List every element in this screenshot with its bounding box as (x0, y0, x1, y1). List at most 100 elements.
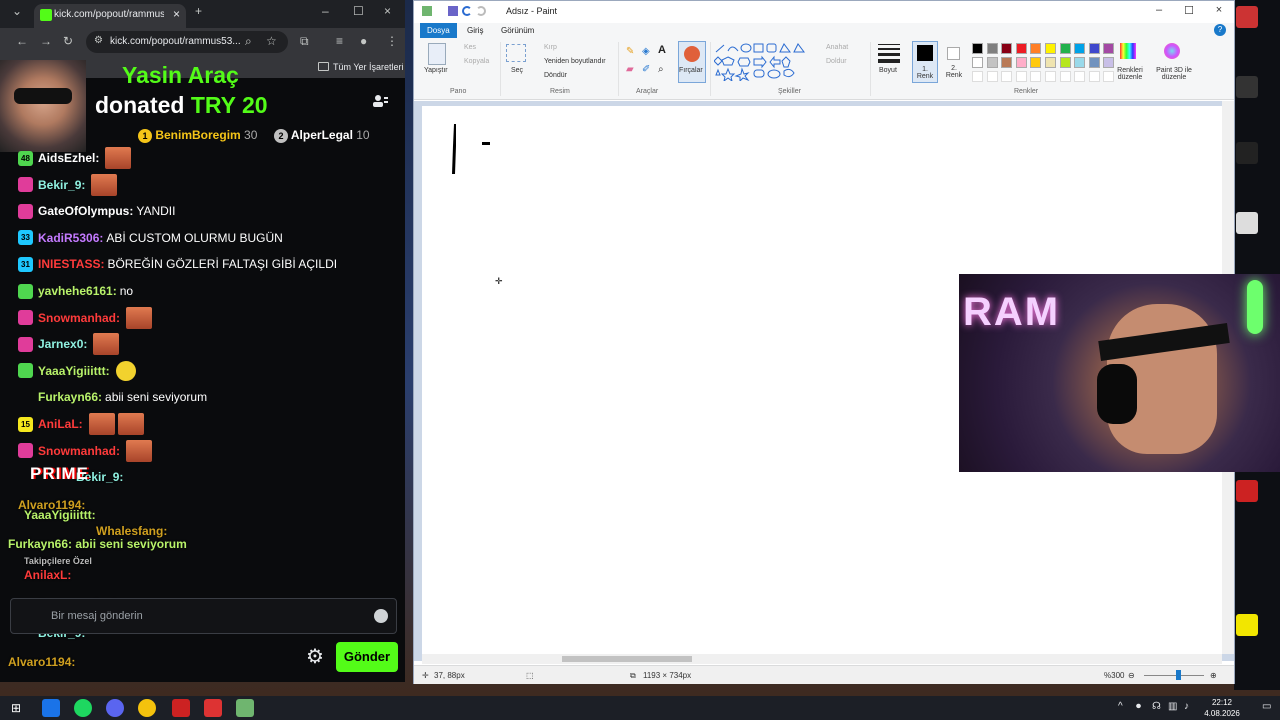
custom-color-swatch[interactable] (1030, 71, 1042, 82)
custom-color-swatch[interactable] (1001, 71, 1013, 82)
custom-color-swatch[interactable] (1088, 71, 1100, 82)
back-icon[interactable]: ← (16, 34, 28, 48)
edit-colors-icon[interactable] (1120, 43, 1136, 59)
cut-button[interactable]: Kes (464, 44, 476, 51)
notifications-icon[interactable]: ▭ (1262, 701, 1271, 712)
tab-home[interactable]: Giriş (460, 23, 490, 38)
desktop-shortcut-icon[interactable] (1236, 6, 1258, 28)
zoom-out-icon[interactable]: ⊖ (1128, 671, 1135, 680)
color-swatch[interactable] (1045, 57, 1056, 68)
maximize-icon[interactable]: ☐ (1174, 4, 1204, 20)
custom-color-swatch[interactable] (1045, 71, 1056, 82)
zoom-slider[interactable] (1144, 675, 1204, 676)
shapes-gallery[interactable] (714, 43, 818, 81)
network-icon[interactable]: ▥ (1168, 701, 1177, 712)
close-window-icon[interactable]: × (1204, 4, 1234, 20)
new-tab-icon[interactable]: + (195, 4, 202, 18)
paste-button[interactable]: Yapıştır (424, 67, 448, 74)
desktop-shortcut-icon[interactable] (1236, 614, 1258, 636)
extensions-icon[interactable]: ⧉ (300, 34, 309, 49)
chat-username[interactable]: KadiR5306: (38, 231, 103, 245)
fill-button[interactable]: Doldur (826, 58, 847, 65)
brushes-button[interactable]: Fırçalar (678, 41, 706, 83)
paint-taskbar-icon[interactable] (236, 699, 254, 717)
custom-color-swatch[interactable] (1074, 71, 1086, 82)
tray-chevron-icon[interactable]: ^ (1118, 701, 1123, 712)
chat-settings-gear-icon[interactable]: ⚙ (304, 646, 326, 668)
color-swatch[interactable] (1030, 57, 1042, 68)
chat-username[interactable]: Snowmanhad: (38, 311, 120, 325)
chat-username[interactable]: Bekir_9: (38, 178, 85, 192)
bookmark-star-icon[interactable]: ☆ (266, 34, 277, 48)
select-button[interactable]: Seç (511, 67, 523, 74)
color-swatch[interactable] (972, 57, 983, 68)
close-tab-icon[interactable]: × (173, 7, 180, 21)
tab-search-icon[interactable]: ⌄ (12, 4, 22, 18)
color-swatch[interactable] (1088, 43, 1100, 54)
color-swatch[interactable] (1015, 57, 1027, 68)
chat-username[interactable]: GateOfOlympus: (38, 204, 133, 218)
resize-button[interactable]: Yeniden boyutlandır (544, 58, 606, 65)
chat-username[interactable]: YaaaYigiiittt: (38, 364, 110, 378)
color-swatch[interactable] (972, 43, 983, 54)
edit-colors-button[interactable]: Renkleri düzenle (1114, 67, 1146, 81)
custom-color-swatch[interactable] (972, 71, 983, 82)
users-icon[interactable] (372, 94, 388, 108)
site-info-icon[interactable]: ⚙ (94, 35, 103, 46)
color1-button[interactable]: 1. Renk (912, 41, 938, 83)
chat-username[interactable]: Furkayn66: (38, 390, 102, 404)
color-swatch[interactable] (986, 43, 998, 54)
tab-view[interactable]: Görünüm (494, 23, 541, 38)
horizontal-scrollbar[interactable] (422, 654, 1222, 664)
color-swatch[interactable] (1103, 57, 1115, 68)
volume-icon[interactable]: ♪ (1184, 701, 1189, 712)
windows-start-icon[interactable]: ⊞ (7, 699, 25, 717)
menu-icon[interactable]: ⋮ (386, 34, 398, 48)
fill-icon[interactable]: ◈ (642, 46, 650, 57)
eraser-icon[interactable]: ▰ (626, 64, 634, 75)
chat-username[interactable]: Jarnex0: (38, 337, 87, 351)
custom-color-swatch[interactable] (1059, 71, 1071, 82)
rotate-button[interactable]: Döndür (544, 72, 567, 79)
select-icon[interactable] (506, 44, 526, 62)
maximize-icon[interactable]: ☐ (353, 4, 364, 18)
clock[interactable]: 22:12 4.08.2026 (1200, 697, 1244, 719)
desktop-shortcut-icon[interactable] (1236, 76, 1258, 98)
pencil-icon[interactable]: ✎ (626, 46, 634, 57)
custom-color-swatch[interactable] (1103, 71, 1115, 82)
chat-username[interactable]: AniLaL: (38, 417, 83, 431)
color2-button[interactable]: 2. Renk (942, 41, 966, 83)
chat-username[interactable]: yavhehe6161: (38, 284, 117, 298)
zoom-slider-thumb[interactable] (1176, 670, 1181, 680)
desktop-shortcut-icon[interactable] (1236, 212, 1258, 234)
paste-icon[interactable] (428, 43, 446, 65)
color-swatch[interactable] (1059, 43, 1071, 54)
minimize-icon[interactable]: – (322, 4, 329, 18)
chrome-icon[interactable] (138, 699, 156, 717)
tab-file[interactable]: Dosya (420, 23, 457, 38)
copy-button[interactable]: Kopyala (464, 58, 489, 65)
redo-icon[interactable] (476, 6, 486, 16)
color-swatch[interactable] (1059, 57, 1071, 68)
color-swatch[interactable] (1074, 43, 1086, 54)
help-icon[interactable]: ? (1214, 24, 1226, 36)
outline-button[interactable]: Anahat (826, 44, 848, 51)
browser-tab[interactable]: kick.com/popout/rammus53/c × (34, 4, 186, 28)
chat-username[interactable]: AidsEzhel: (38, 151, 99, 165)
magnifier-icon[interactable]: ⌕ (658, 64, 664, 75)
reload-icon[interactable]: ↻ (63, 34, 73, 48)
save-icon[interactable] (448, 6, 458, 16)
color-swatch[interactable] (1001, 43, 1013, 54)
paint3d-button[interactable]: Paint 3D ile düzenle (1152, 67, 1196, 81)
voicemeeter-icon[interactable] (172, 699, 190, 717)
color-swatch[interactable] (1030, 43, 1042, 54)
headset-icon[interactable]: ☊ (1152, 701, 1161, 712)
custom-color-swatch[interactable] (986, 71, 998, 82)
undo-icon[interactable] (462, 6, 472, 16)
color-swatch[interactable] (1015, 43, 1027, 54)
close-window-icon[interactable]: × (384, 4, 391, 18)
discord-icon[interactable] (106, 699, 124, 717)
minimize-icon[interactable]: – (1144, 4, 1174, 20)
media-icon[interactable]: ≡ (336, 34, 343, 48)
chat-username[interactable]: INIESTASS: (38, 257, 104, 271)
